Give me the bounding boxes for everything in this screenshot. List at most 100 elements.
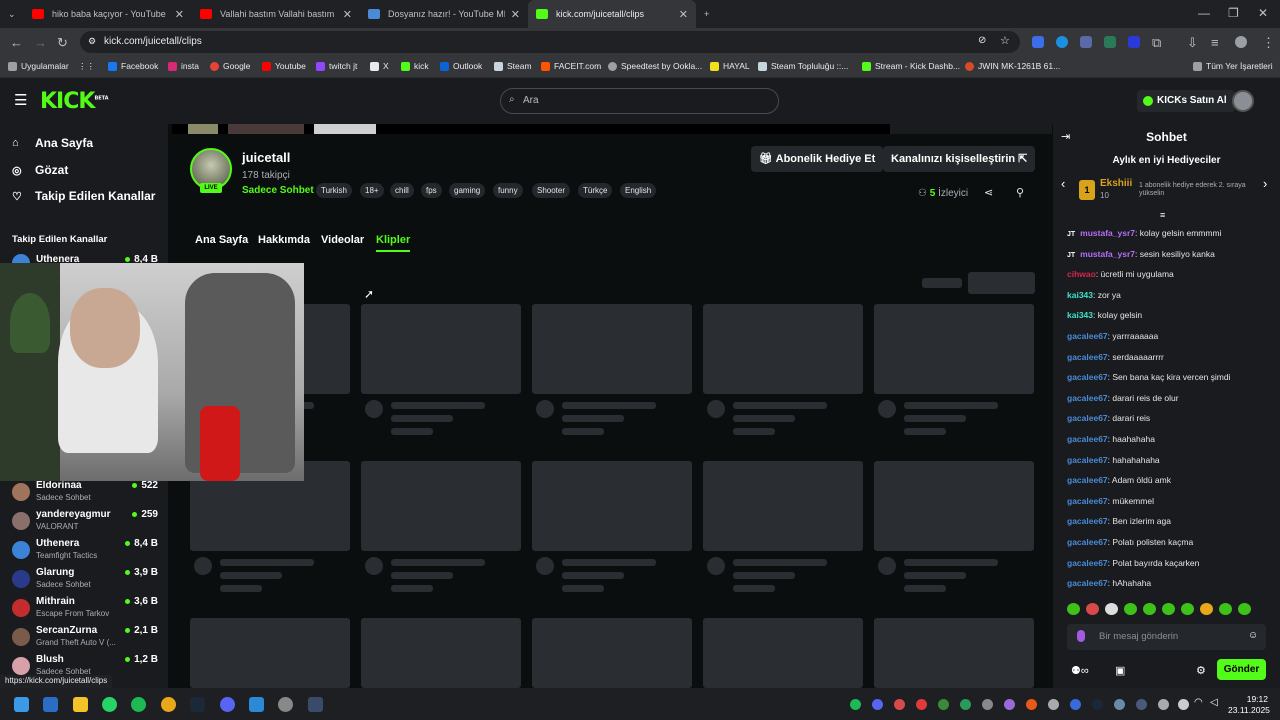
emote-icon[interactable]	[1219, 603, 1232, 615]
bookmark-steam[interactable]: Steam	[494, 61, 532, 71]
followed-channel-yandereyagmur[interactable]: yandereyagmur VALORANT 259	[10, 509, 160, 537]
address-bar[interactable]: ⚙ kick.com/juicetall/clips ⊘ ☆	[80, 31, 1020, 53]
chat-username[interactable]: gacalee67	[1067, 393, 1108, 403]
buy-kicks-button[interactable]: KICKs Satın Al	[1137, 90, 1235, 112]
kick-logo[interactable]: KICKBETA	[40, 89, 109, 114]
emote-icon[interactable]	[1200, 603, 1213, 615]
tab-videos[interactable]: Videolar	[321, 234, 364, 246]
sidebar-nav-home[interactable]: ⌂ Ana Sayfa	[12, 136, 93, 150]
extension-icon[interactable]	[1032, 36, 1044, 48]
close-icon[interactable]: ✕	[343, 8, 352, 21]
spotify-icon[interactable]	[131, 697, 146, 712]
chat-username[interactable]: gacalee67	[1067, 537, 1108, 547]
app-icon[interactable]	[43, 697, 58, 712]
wifi-icon[interactable]: ◠	[1194, 697, 1203, 708]
tray-icon[interactable]	[1136, 699, 1147, 710]
chat-username[interactable]: gacalee67	[1067, 578, 1108, 588]
browser-tab-1[interactable]: hiko baba kaçıyor - YouTube ✕	[24, 0, 192, 28]
new-tab-button[interactable]: +	[696, 0, 726, 28]
emote-icon[interactable]	[1143, 603, 1156, 615]
chat-username[interactable]: gacalee67	[1067, 516, 1108, 526]
follow-user-icon[interactable]: ⚲	[1016, 186, 1024, 199]
bookmark-youtube[interactable]: Youtube	[262, 61, 306, 71]
bookmark-steam-community[interactable]: Steam Topluluğu ::...	[758, 61, 848, 71]
extension-icon[interactable]	[1056, 36, 1068, 48]
media-icon[interactable]: ≡	[1211, 35, 1219, 50]
channel-name[interactable]: juicetall	[242, 150, 290, 165]
sidebar-nav-following[interactable]: ♡ Takip Edilen Kanallar	[12, 189, 155, 203]
emote-icon[interactable]	[1067, 603, 1080, 615]
bookmark-insta[interactable]: insta	[168, 61, 199, 71]
back-icon[interactable]: ←	[10, 35, 23, 50]
chat-username[interactable]: gacalee67	[1067, 372, 1108, 382]
tag-chip[interactable]: fps	[421, 183, 442, 198]
user-avatar[interactable]	[1232, 90, 1254, 112]
app-icon[interactable]	[308, 697, 323, 712]
tray-icon[interactable]	[1114, 699, 1125, 710]
emote-icon[interactable]	[1238, 603, 1251, 615]
customize-channel-button[interactable]: Kanalınızı kişiselleştirin ⇱	[883, 146, 1036, 172]
tray-icon[interactable]	[960, 699, 971, 710]
chevron-right-icon[interactable]: ›	[1263, 176, 1267, 191]
tab-about[interactable]: Hakkımda	[258, 234, 310, 246]
extension-icon[interactable]	[1128, 36, 1140, 48]
browser-tab-4-active[interactable]: kick.com/juicetall/clips ✕	[528, 0, 696, 28]
share-icon[interactable]: ⋖	[984, 186, 993, 199]
forward-icon[interactable]: →	[34, 35, 47, 50]
tray-icon[interactable]	[1048, 699, 1059, 710]
grid-icon[interactable]: ⋮⋮	[78, 61, 95, 72]
bookmark-x[interactable]: X	[370, 61, 389, 71]
pin-collapse-icon[interactable]: ≡	[1160, 210, 1165, 220]
sidebar-nav-browse[interactable]: ◎ Gözat	[12, 163, 68, 177]
tray-icon[interactable]	[1070, 699, 1081, 710]
bookmark-star-icon[interactable]: ☆	[1000, 34, 1010, 47]
profile-avatar-icon[interactable]	[1235, 36, 1247, 48]
tray-icon[interactable]	[894, 699, 905, 710]
followed-channel-mithrain[interactable]: Mithrain Escape From Tarkov 3,6 B	[10, 596, 160, 624]
tab-home[interactable]: Ana Sayfa	[195, 234, 248, 246]
tray-icon[interactable]	[1178, 699, 1189, 710]
tray-icon[interactable]	[1158, 699, 1169, 710]
bookmark-speedtest[interactable]: Speedtest by Ookla...	[608, 61, 702, 71]
system-clock[interactable]: 19:12 23.11.2025	[1228, 694, 1270, 716]
settings-gear-icon[interactable]: ⚙	[1196, 664, 1206, 677]
emote-icon[interactable]	[1124, 603, 1137, 615]
windows-start-icon[interactable]	[14, 697, 29, 712]
menu-kebab-icon[interactable]: ⋮	[1262, 35, 1275, 51]
app-icon[interactable]	[249, 697, 264, 712]
chat-username[interactable]: kai343	[1067, 310, 1093, 320]
chat-username[interactable]: gacalee67	[1067, 455, 1108, 465]
tray-icon[interactable]	[938, 699, 949, 710]
bookmark-facebook[interactable]: Facebook	[108, 61, 158, 71]
tray-icon[interactable]	[1004, 699, 1015, 710]
bookmark-all[interactable]: Tüm Yer İşaretleri	[1193, 61, 1273, 71]
chat-username[interactable]: gacalee67	[1067, 413, 1108, 423]
reload-icon[interactable]: ↻	[57, 35, 68, 51]
emote-icon[interactable]	[1162, 603, 1175, 615]
tag-chip[interactable]: chill	[390, 183, 414, 198]
tag-chip[interactable]: Türkçe	[578, 183, 613, 198]
store-icon[interactable]: ▣	[1115, 664, 1125, 677]
bookmark-kick[interactable]: kick	[401, 61, 429, 71]
bookmark-google[interactable]: Google	[210, 61, 250, 71]
tray-icon[interactable]	[982, 699, 993, 710]
tray-icon[interactable]	[872, 699, 883, 710]
bookmark-apps[interactable]: Uygulamalar	[8, 61, 69, 71]
minimize-icon[interactable]: —	[1198, 6, 1210, 20]
emote-icon[interactable]	[1105, 603, 1118, 615]
chat-message-input[interactable]: Bir mesaj gönderin ☺	[1067, 624, 1266, 650]
close-icon[interactable]: ✕	[679, 8, 688, 21]
window-close-icon[interactable]: ✕	[1258, 6, 1268, 20]
chat-username[interactable]: gacalee67	[1067, 558, 1108, 568]
download-icon[interactable]: ⇩	[1187, 35, 1198, 51]
maximize-icon[interactable]: ❐	[1228, 6, 1239, 20]
chevron-left-icon[interactable]: ‹	[1061, 176, 1065, 191]
followed-channel-glarung[interactable]: Glarung Sadece Sohbet 3,9 B	[10, 567, 160, 595]
stream-category[interactable]: Sadece Sohbet	[242, 185, 314, 196]
gift-sub-button[interactable]: 🎁︎ Abonelik Hediye Et	[751, 146, 884, 172]
tag-chip[interactable]: English	[620, 183, 657, 198]
tag-chip[interactable]: gaming	[449, 183, 486, 198]
extension-icon[interactable]	[1080, 36, 1092, 48]
tag-chip[interactable]: Turkish	[316, 183, 352, 198]
followed-channel-sercanzurna[interactable]: SercanZurna Grand Theft Auto V (... 2,1 …	[10, 625, 160, 653]
